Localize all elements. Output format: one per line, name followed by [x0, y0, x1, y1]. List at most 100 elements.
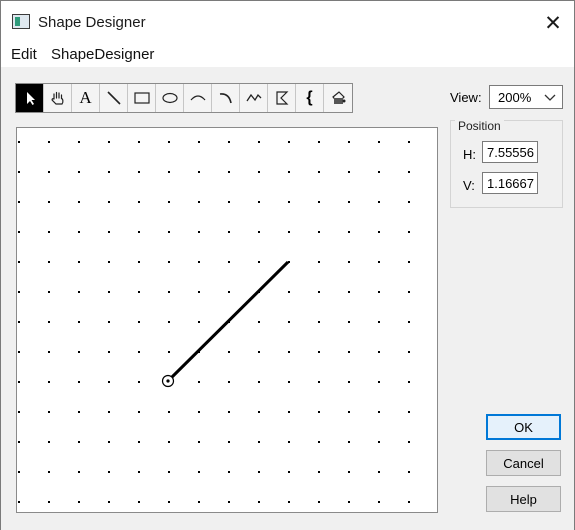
grid-dot	[78, 291, 80, 293]
grid-dot	[138, 171, 140, 173]
h-label: H:	[463, 147, 476, 162]
grid-dot	[138, 381, 140, 383]
grid-dot	[108, 291, 110, 293]
position-group-title: Position	[455, 119, 504, 133]
grid-dot	[408, 231, 410, 233]
grid-dot	[348, 381, 350, 383]
fill-tool-icon	[332, 91, 346, 104]
grid-dot	[408, 501, 410, 503]
bracket-tool-button[interactable]: {	[296, 84, 324, 112]
fill-tool-button[interactable]	[324, 84, 352, 112]
rectangle-tool-button[interactable]	[128, 84, 156, 112]
grid-dot	[108, 141, 110, 143]
drawn-line-shape[interactable]	[167, 260, 290, 382]
grid-dot	[108, 261, 110, 263]
menu-bar: Edit ShapeDesigner	[1, 43, 574, 67]
grid-dot	[348, 351, 350, 353]
ellipse-tool-button[interactable]	[156, 84, 184, 112]
grid-dot	[378, 321, 380, 323]
view-zoom-select[interactable]: 200%	[489, 85, 563, 109]
grid-dot	[48, 411, 50, 413]
close-button[interactable]: ✕	[531, 5, 575, 41]
grid-dot	[78, 171, 80, 173]
v-position-field[interactable]: 1.16667	[482, 172, 538, 194]
grid-dot	[48, 261, 50, 263]
grid-dot	[48, 321, 50, 323]
grid-dot	[408, 351, 410, 353]
grid-dot	[288, 441, 290, 443]
grid-dot	[228, 201, 230, 203]
grid-dot	[348, 201, 350, 203]
polygon-tool-button[interactable]	[268, 84, 296, 112]
grid-dot	[168, 141, 170, 143]
grid-dot	[18, 201, 20, 203]
app-icon	[12, 14, 30, 29]
hand-pan-icon	[51, 91, 63, 105]
chevron-down-icon	[544, 94, 556, 101]
grid-dot	[198, 471, 200, 473]
freehand-tool-button[interactable]	[240, 84, 268, 112]
grid-dot	[198, 291, 200, 293]
grid-dot	[78, 141, 80, 143]
grid-dot	[108, 231, 110, 233]
grid-dot	[408, 171, 410, 173]
grid-dot	[288, 501, 290, 503]
bracket-tool-icon: {	[306, 89, 313, 106]
grid-dot	[378, 411, 380, 413]
ok-button[interactable]: OK	[486, 414, 561, 440]
grid-dot	[258, 381, 260, 383]
grid-dot	[348, 441, 350, 443]
grid-dot	[318, 201, 320, 203]
grid-dot	[108, 171, 110, 173]
grid-dot	[288, 321, 290, 323]
grid-dot	[48, 171, 50, 173]
grid-dot	[138, 321, 140, 323]
grid-dot	[198, 141, 200, 143]
window-title: Shape Designer	[38, 14, 146, 31]
grid-dot	[18, 471, 20, 473]
grid-dot	[228, 231, 230, 233]
drawing-canvas[interactable]	[16, 127, 438, 513]
grid-dot	[378, 471, 380, 473]
grid-dot	[198, 501, 200, 503]
grid-dot	[138, 141, 140, 143]
grid-dot	[408, 201, 410, 203]
arc-arrow-tool-button[interactable]	[212, 84, 240, 112]
menu-shapedesigner[interactable]: ShapeDesigner	[51, 46, 154, 63]
grid-dot	[18, 261, 20, 263]
select-tool-button[interactable]	[16, 84, 44, 112]
grid-dot	[288, 201, 290, 203]
grid-dot	[318, 471, 320, 473]
arc-tool-button[interactable]	[184, 84, 212, 112]
grid-dot	[318, 291, 320, 293]
grid-dot	[288, 171, 290, 173]
freehand-tool-icon	[245, 93, 261, 102]
grid-dot	[348, 231, 350, 233]
grid-dot	[18, 171, 20, 173]
cancel-button[interactable]: Cancel	[486, 450, 561, 476]
grid-dot	[408, 261, 410, 263]
grid-dot	[228, 411, 230, 413]
grid-dot	[138, 261, 140, 263]
h-position-field[interactable]: 7.55556	[482, 141, 538, 163]
grid-dot	[258, 261, 260, 263]
help-button[interactable]: Help	[486, 486, 561, 512]
line-tool-button[interactable]	[100, 84, 128, 112]
grid-dot	[138, 441, 140, 443]
grid-dot	[108, 501, 110, 503]
grid-dot	[288, 351, 290, 353]
grid-dot	[318, 381, 320, 383]
grid-dot	[108, 411, 110, 413]
grid-dot	[108, 381, 110, 383]
menu-edit[interactable]: Edit	[11, 46, 37, 63]
grid-dot	[18, 291, 20, 293]
pan-tool-button[interactable]	[44, 84, 72, 112]
grid-dot	[168, 471, 170, 473]
arc-arrow-tool-icon	[219, 93, 232, 104]
grid-dot	[78, 231, 80, 233]
grid-dot	[228, 171, 230, 173]
ellipse-tool-icon	[161, 92, 178, 104]
grid-dot	[258, 501, 260, 503]
grid-dot	[378, 141, 380, 143]
text-tool-button[interactable]: A	[72, 84, 100, 112]
